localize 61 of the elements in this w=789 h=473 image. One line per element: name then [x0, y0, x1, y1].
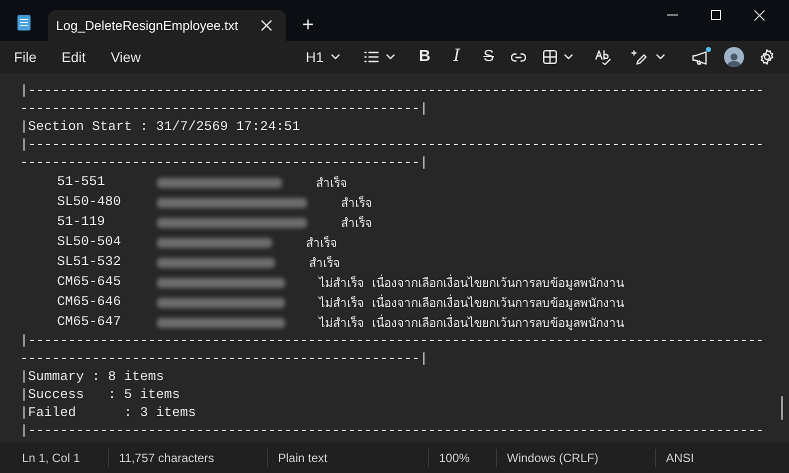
- failure-reason: เนื่องจากเลือกเงื่อนไขยกเว้นการลบข้อมูลพนักงาน: [372, 294, 624, 312]
- log-line: |Summary : 8 items: [20, 369, 165, 387]
- log-line: |Success : 5 items: [20, 387, 181, 405]
- status-text: สำเร็จ: [309, 254, 340, 272]
- employee-code: 51-119: [57, 214, 106, 232]
- failure-reason: เนื่องจากเลือกเงื่อนไขยกเว้นการลบข้อมูลพนักงาน: [372, 274, 624, 292]
- employee-code: SL50-504: [57, 234, 122, 252]
- status-item: Windows (CRLF): [496, 449, 655, 467]
- maximize-icon[interactable]: [711, 10, 721, 20]
- log-line: |Section Start : 31/7/2569 17:24:51: [20, 119, 301, 137]
- status-text: สำเร็จ: [316, 174, 347, 192]
- separator-line: |----------------------------------------------------------------------------------------------------------------------------------------------|: [20, 83, 764, 119]
- status-text: สำเร็จ: [341, 214, 372, 232]
- status-text: สำเร็จ: [306, 234, 337, 252]
- status-item: Plain text: [267, 449, 428, 467]
- close-icon[interactable]: [754, 10, 765, 20]
- scrollbar-thumb[interactable]: [781, 396, 783, 420]
- italic-button[interactable]: I: [444, 43, 470, 71]
- status-text: ไม่สำเร็จ: [319, 274, 364, 292]
- list-icon: [364, 51, 379, 63]
- megaphone-icon[interactable]: [692, 51, 709, 65]
- close-icon[interactable]: [261, 20, 272, 31]
- employee-code: SL51-532: [57, 254, 122, 272]
- avatar[interactable]: [724, 47, 744, 67]
- table-icon: [542, 50, 557, 64]
- notepad-icon: [17, 14, 31, 31]
- status-text: สำเร็จ: [341, 194, 372, 212]
- sparkle-pen-icon: [631, 50, 647, 64]
- link-icon[interactable]: [510, 52, 526, 62]
- menu-item[interactable]: File: [3, 43, 48, 71]
- status-item: 100%: [428, 449, 496, 467]
- strikethrough-button[interactable]: S: [476, 43, 502, 71]
- settings-icon[interactable]: [759, 49, 775, 65]
- employee-code: 51-551: [57, 174, 106, 192]
- chevron-down-icon: [386, 54, 395, 60]
- status-item: Ln 1, Col 1: [21, 450, 82, 467]
- person-silhouette-icon: [727, 52, 741, 67]
- employee-code: SL50-480: [57, 194, 122, 212]
- status-item: 11,757 characters: [108, 449, 267, 467]
- employee-code: CM65-647: [57, 314, 122, 332]
- status-text: ไม่สำเร็จ: [319, 314, 364, 332]
- separator-line: |----------------------------------------------------------------------------------------------------------------------------------------------|: [20, 333, 764, 369]
- file-tab[interactable]: Log_DeleteResignEmployee.txt: [48, 10, 286, 41]
- heading-dropdown[interactable]: H1: [302, 43, 343, 71]
- employee-code: CM65-645: [57, 274, 122, 292]
- menu-item[interactable]: View: [100, 43, 152, 71]
- chevron-down-icon: [656, 54, 665, 60]
- spellcheck-icon[interactable]: [594, 50, 611, 64]
- new-tab-button[interactable]: +: [298, 15, 318, 35]
- bold-button[interactable]: B: [412, 43, 438, 71]
- separator-line: |----------------------------------------------------------------------------------------------------------------------------------------------|: [20, 137, 764, 173]
- log-line: |Failed : 3 items: [20, 405, 197, 423]
- minimize-icon[interactable]: [667, 14, 678, 16]
- menu-item[interactable]: Edit: [50, 43, 97, 71]
- chevron-down-icon: [330, 54, 340, 60]
- status-text: ไม่สำเร็จ: [319, 294, 364, 312]
- separator-line: |--------------------------------------------------------------------------------------------: [20, 423, 764, 441]
- failure-reason: เนื่องจากเลือกเงื่อนไขยกเว้นการลบข้อมูลพนักงาน: [372, 314, 624, 332]
- status-item: ANSI: [655, 449, 735, 467]
- employee-code: CM65-646: [57, 294, 122, 312]
- chevron-down-icon: [564, 54, 573, 60]
